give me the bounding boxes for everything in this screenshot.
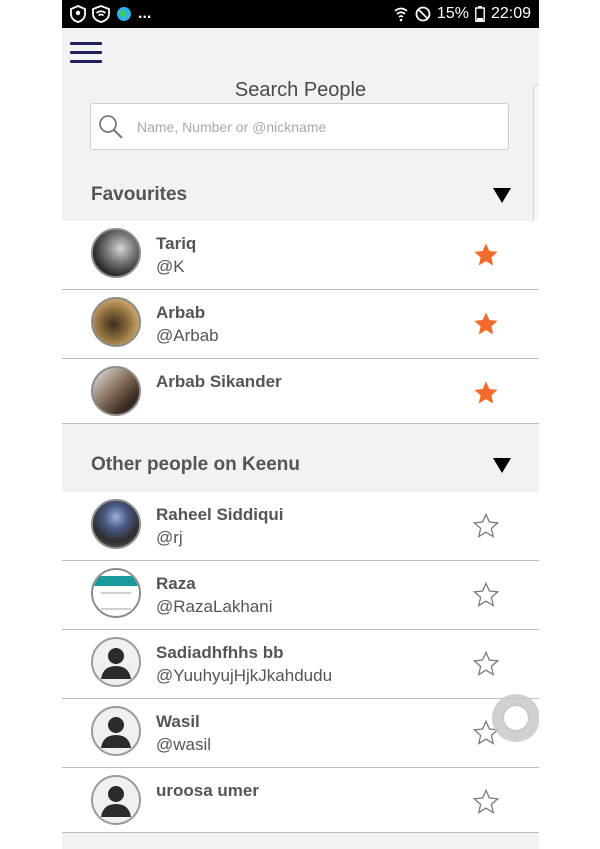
- star-outline-icon[interactable]: [472, 581, 500, 609]
- side-drawer-handle[interactable]: [533, 84, 539, 244]
- do-not-disturb-icon: [415, 6, 431, 22]
- battery-icon: [475, 6, 485, 22]
- star-filled-icon[interactable]: [472, 241, 500, 269]
- wifi-hotspot-icon: [394, 7, 408, 22]
- favourites-list: Tariq @K Arbab @Arbab Arbab Sikander: [62, 221, 539, 424]
- globe-icon: [117, 7, 131, 21]
- person-nickname: @RazaLakhani: [156, 597, 273, 616]
- assistive-touch-button[interactable]: [492, 694, 539, 742]
- avatar: [91, 775, 141, 825]
- person-name: Arbab: [156, 303, 206, 322]
- list-item[interactable]: Raza @RazaLakhani: [62, 561, 539, 630]
- person-nickname: @rj: [156, 528, 183, 547]
- caret-down-icon[interactable]: [493, 187, 511, 203]
- list-item[interactable]: Tariq @K: [62, 221, 539, 290]
- avatar: [91, 228, 141, 278]
- search-input[interactable]: [135, 117, 479, 136]
- star-outline-icon[interactable]: [472, 788, 500, 816]
- avatar: [91, 706, 141, 756]
- list-item[interactable]: Wasil @wasil: [62, 699, 539, 768]
- list-item[interactable]: uroosa umer: [62, 768, 539, 833]
- person-name: Raza: [156, 574, 196, 593]
- list-item[interactable]: Raheel Siddiqui @rj: [62, 492, 539, 561]
- others-list: Raheel Siddiqui @rj Raza @RazaLakhani Sa…: [62, 492, 539, 833]
- app-screen: Search People Favourites Tariq @K Arbab …: [62, 28, 539, 849]
- list-item[interactable]: Arbab @Arbab: [62, 290, 539, 359]
- person-nickname: @K: [156, 257, 185, 276]
- list-item[interactable]: Arbab Sikander: [62, 359, 539, 424]
- person-silhouette-icon: [101, 648, 131, 679]
- person-nickname: @YuuhyujHjkJkahdudu: [156, 666, 333, 685]
- avatar: [91, 637, 141, 687]
- person-silhouette-icon: [101, 717, 131, 748]
- favourites-title: Favourites: [91, 184, 188, 205]
- battery-percent: 15%: [436, 5, 469, 22]
- avatar: [91, 297, 141, 347]
- person-nickname: @wasil: [156, 735, 212, 754]
- search-box[interactable]: [90, 103, 509, 150]
- status-bar: ... 15% 22:09: [62, 0, 539, 28]
- person-nickname: @Arbab: [156, 326, 219, 345]
- person-name: Wasil: [156, 712, 200, 731]
- wifi-shield-icon: [92, 5, 110, 23]
- search-icon: [99, 114, 123, 139]
- person-name: Tariq: [156, 234, 197, 253]
- star-filled-icon[interactable]: [472, 379, 500, 407]
- caret-down-icon[interactable]: [493, 457, 511, 473]
- status-overflow: ...: [138, 5, 152, 22]
- list-item[interactable]: Sadiadhfhhs bb @YuuhyujHjkJkahdudu: [62, 630, 539, 699]
- clock: 22:09: [490, 5, 531, 22]
- person-silhouette-icon: [101, 786, 131, 817]
- hamburger-icon[interactable]: [70, 42, 102, 64]
- shield-icon: [70, 5, 86, 23]
- person-name: Arbab Sikander: [156, 372, 282, 391]
- avatar: [91, 366, 141, 416]
- avatar: [91, 568, 141, 618]
- others-header[interactable]: Other people on Keenu: [62, 442, 539, 488]
- favourites-header[interactable]: Favourites: [62, 172, 539, 218]
- person-name: Sadiadhfhhs bb: [156, 643, 284, 662]
- avatar: [91, 499, 141, 549]
- person-name: uroosa umer: [156, 781, 259, 800]
- star-outline-icon[interactable]: [472, 512, 500, 540]
- star-outline-icon[interactable]: [472, 650, 500, 678]
- star-filled-icon[interactable]: [472, 310, 500, 338]
- page-title: Search People: [234, 79, 367, 101]
- others-title: Other people on Keenu: [91, 454, 301, 475]
- person-name: Raheel Siddiqui: [156, 505, 284, 524]
